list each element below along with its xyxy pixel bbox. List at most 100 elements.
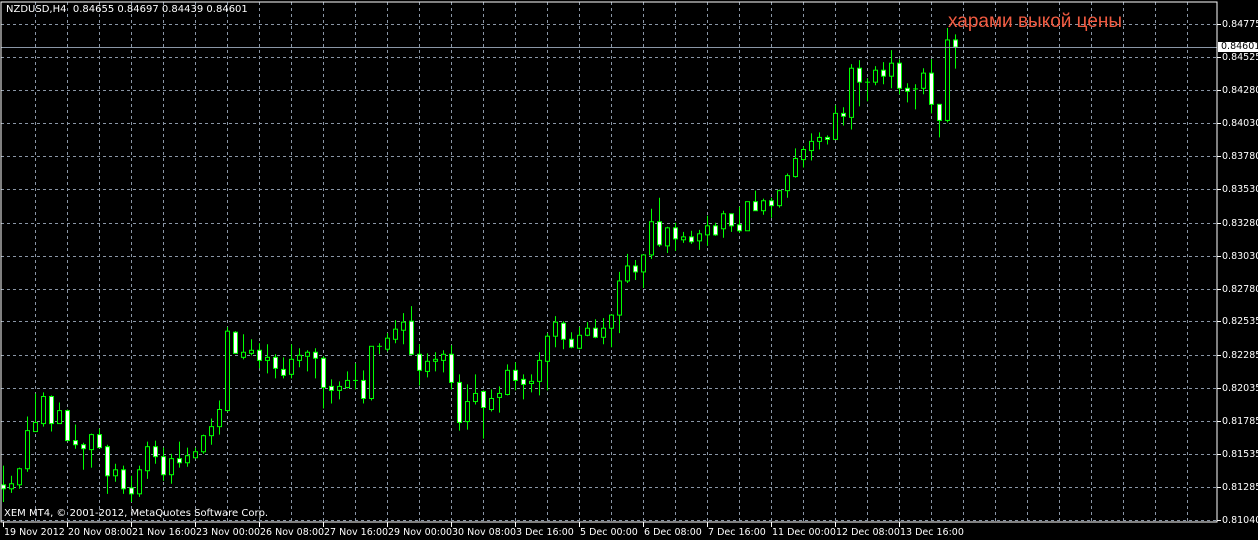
candle [297, 348, 302, 368]
candle-body [665, 227, 670, 247]
candle-body [521, 378, 526, 385]
chart-header: NZDUSD,H4 0.84655 0.84697 0.84439 0.8460… [6, 4, 248, 15]
candle [473, 374, 478, 405]
candle [521, 374, 526, 400]
candle-body [265, 356, 270, 361]
candle [233, 331, 238, 354]
candle-body [81, 444, 86, 450]
candle [841, 107, 846, 126]
candle-body [465, 401, 470, 423]
y-tick-label: 0.83280 [1222, 217, 1258, 229]
candle-body [873, 69, 878, 83]
copyright-label: XEM MT4, © 2001-2012, MetaQuotes Softwar… [4, 508, 269, 519]
x-tick-label: 13 Dec 16:00 [900, 527, 964, 538]
candles [1, 27, 958, 502]
candle-body [609, 314, 614, 329]
candle [177, 441, 182, 468]
candle [417, 344, 422, 386]
candle [57, 402, 62, 425]
candle-body [905, 87, 910, 92]
candle [81, 442, 86, 470]
candle [945, 27, 950, 123]
candle-body [929, 72, 934, 105]
candle-body [49, 395, 54, 425]
candle-body [281, 368, 286, 376]
candle-body [129, 487, 134, 495]
symbol-label: NZDUSD,H4 [6, 4, 67, 15]
candle [921, 68, 926, 95]
candle-body [569, 338, 574, 348]
candle [697, 229, 702, 250]
x-tick-label: 12 Dec 08:00 [836, 527, 900, 538]
candle-body [633, 265, 638, 273]
candle-body [681, 236, 686, 241]
x-tick-label: 11 Dec 00:00 [772, 527, 836, 538]
candle-body [937, 103, 942, 121]
candle [353, 363, 358, 390]
candle-body [185, 455, 190, 464]
candle-body [625, 265, 630, 282]
candle-body [817, 136, 822, 142]
candle [657, 197, 662, 247]
candle [553, 316, 558, 348]
chart-annotation[interactable]: харами выкой цены [948, 11, 1122, 33]
candle-body [41, 395, 46, 425]
candle [689, 230, 694, 244]
candle [65, 409, 70, 442]
candle [209, 418, 214, 445]
candle [729, 213, 734, 232]
candle [681, 231, 686, 243]
candle [105, 444, 110, 494]
x-tick-label: 27 Nov 16:00 [324, 527, 389, 538]
candle-body [753, 201, 758, 212]
y-tick-label: 0.84280 [1222, 84, 1258, 96]
candle [617, 271, 622, 334]
candle-body [345, 379, 350, 388]
y-tick-label: 0.83780 [1222, 150, 1258, 162]
candle-body [713, 225, 718, 236]
candle [345, 371, 350, 389]
candle [25, 416, 30, 472]
candle [225, 327, 230, 412]
candle [609, 314, 614, 348]
candle [929, 59, 934, 114]
candle-body [897, 62, 902, 89]
candle [89, 433, 94, 468]
candle-body [545, 335, 550, 362]
candle-body [137, 469, 142, 495]
candle-body [249, 349, 254, 354]
candle [393, 320, 398, 344]
candle [241, 334, 246, 360]
candle [249, 339, 254, 356]
candle-body [553, 321, 558, 337]
current-price-label: 0.84601 [1218, 42, 1258, 52]
y-tick-label: 0.83530 [1222, 183, 1258, 195]
y-tick-label: 0.81285 [1222, 481, 1258, 493]
candle-body [433, 358, 438, 362]
y-tick-label: 0.81040 [1222, 514, 1258, 526]
candle [937, 103, 942, 138]
candle-body [321, 357, 326, 388]
candle-body [769, 200, 774, 207]
candle [825, 135, 830, 145]
candle-body [57, 410, 62, 425]
candle [153, 440, 158, 464]
candle-body [689, 236, 694, 243]
candle [201, 434, 206, 454]
candle [313, 348, 318, 379]
x-tick-label: 20 Nov 08:00 [68, 527, 133, 538]
candle [337, 381, 342, 400]
candle-body [113, 469, 118, 477]
candle-body [953, 39, 958, 48]
candlestick-chart[interactable] [0, 0, 1258, 540]
candle [441, 350, 446, 373]
candle [905, 83, 910, 103]
candle-body [17, 468, 22, 486]
candle-body [697, 233, 702, 242]
y-tick-label: 0.82285 [1222, 349, 1258, 361]
candle-body [153, 446, 158, 458]
candle-body [825, 136, 830, 140]
candle-body [289, 358, 294, 375]
candle [793, 148, 798, 178]
candle [129, 475, 134, 502]
